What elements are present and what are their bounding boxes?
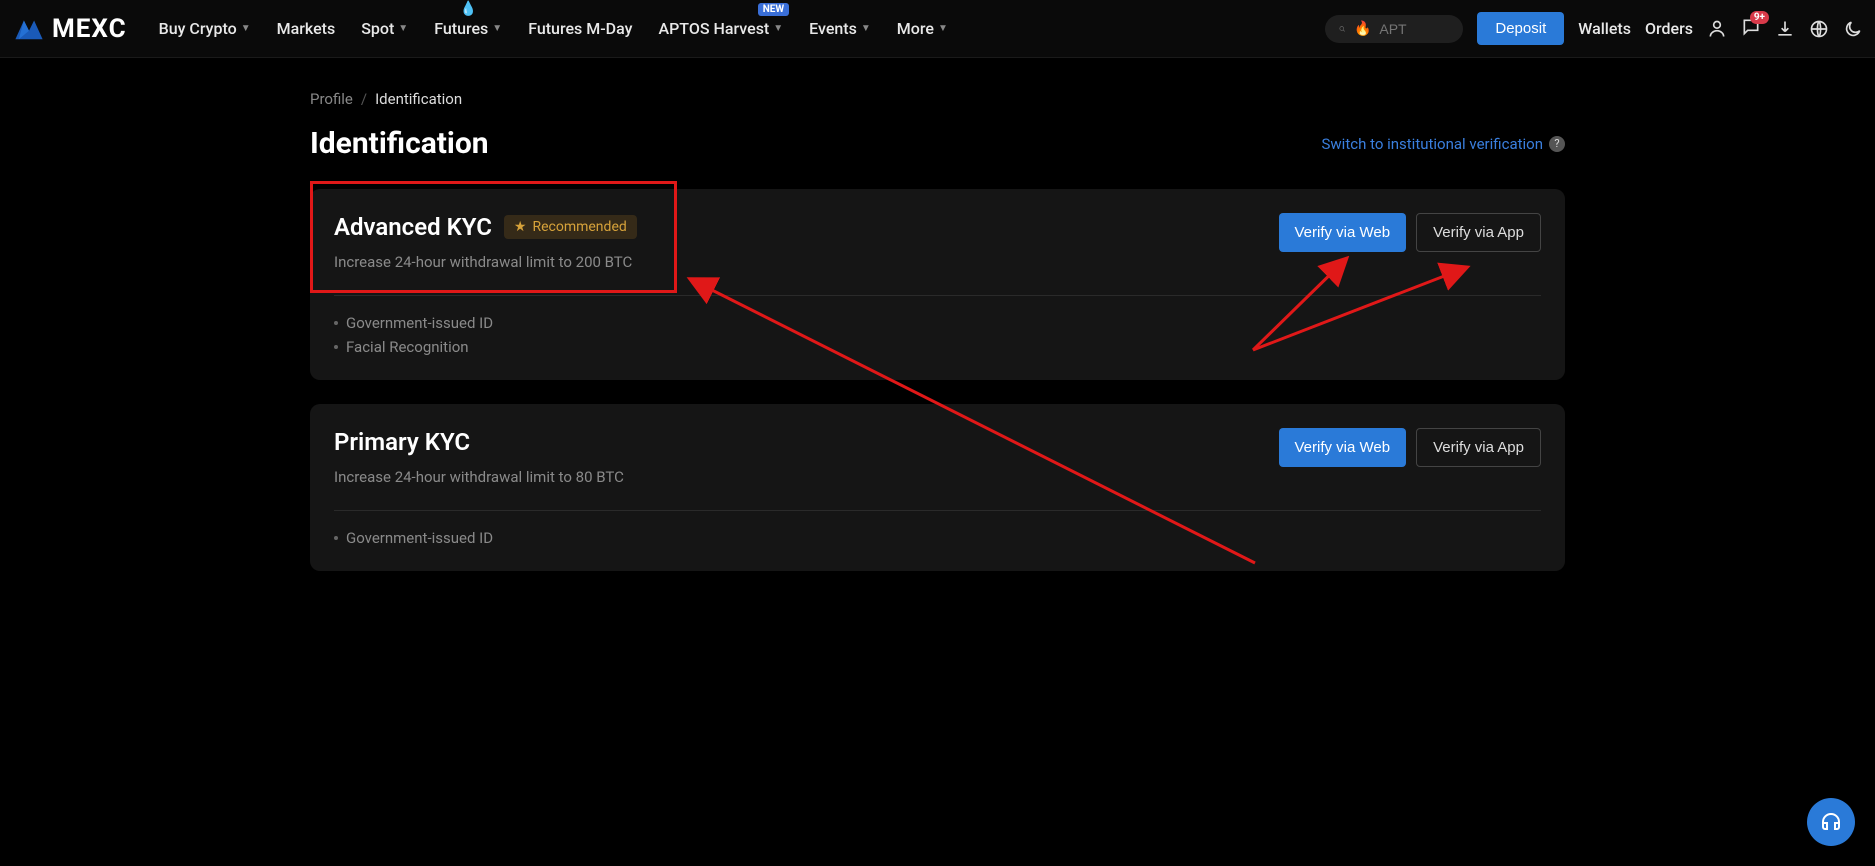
moon-icon[interactable]	[1843, 19, 1863, 39]
fire-icon: 💧	[459, 1, 476, 17]
primary-verify-app-button[interactable]: Verify via App	[1416, 428, 1541, 467]
breadcrumb-parent[interactable]: Profile	[310, 90, 353, 108]
new-badge: NEW	[758, 3, 789, 16]
primary-verify-web-button[interactable]: Verify via Web	[1279, 428, 1407, 467]
title-row: Identification Switch to institutional v…	[310, 126, 1565, 161]
main-nav: Buy Crypto▼ Markets Spot▼ 💧 Futures▼ Fut…	[147, 11, 960, 46]
support-chat-button[interactable]	[1807, 798, 1855, 846]
primary-kyc-title: Primary KYC	[334, 428, 470, 456]
nav-more[interactable]: More▼	[885, 11, 960, 46]
headset-icon	[1819, 810, 1843, 834]
wallets-link[interactable]: Wallets	[1578, 19, 1631, 38]
recommended-badge: ★ Recommended	[504, 215, 637, 239]
breadcrumb-current: Identification	[375, 90, 462, 108]
orders-link[interactable]: Orders	[1645, 19, 1693, 38]
requirement-item: Government-issued ID	[334, 529, 1541, 547]
star-icon: ★	[514, 219, 527, 235]
advanced-verify-web-button[interactable]: Verify via Web	[1279, 213, 1407, 252]
advanced-requirements: Government-issued ID Facial Recognition	[334, 314, 1541, 356]
nav-futures[interactable]: 💧 Futures▼	[422, 11, 514, 46]
divider	[334, 295, 1541, 296]
header-bar: MEXC Buy Crypto▼ Markets Spot▼ 💧 Futures…	[0, 0, 1875, 58]
deposit-button[interactable]: Deposit	[1477, 12, 1564, 45]
user-icon[interactable]	[1707, 19, 1727, 39]
divider	[334, 510, 1541, 511]
advanced-kyc-title: Advanced KYC	[334, 213, 492, 241]
chevron-down-icon: ▼	[861, 23, 871, 34]
page-title: Identification	[310, 126, 489, 161]
logo-text: MEXC	[52, 14, 127, 44]
requirement-item: Facial Recognition	[334, 338, 1541, 356]
help-icon: ?	[1549, 136, 1565, 152]
requirement-item: Government-issued ID	[334, 314, 1541, 332]
chevron-down-icon: ▼	[492, 23, 502, 34]
advanced-verify-app-button[interactable]: Verify via App	[1416, 213, 1541, 252]
breadcrumb: Profile / Identification	[310, 90, 1565, 108]
nav-buy-crypto[interactable]: Buy Crypto▼	[147, 11, 263, 46]
search-input[interactable]	[1379, 21, 1449, 37]
main-container: Profile / Identification Identification …	[310, 58, 1565, 571]
nav-events[interactable]: Events▼	[797, 11, 883, 46]
nav-spot[interactable]: Spot▼	[349, 11, 420, 46]
chevron-down-icon: ▼	[398, 23, 408, 34]
logo-icon	[12, 15, 46, 43]
chevron-down-icon: ▼	[938, 23, 948, 34]
breadcrumb-separator: /	[361, 90, 367, 108]
chevron-down-icon: ▼	[773, 23, 783, 34]
globe-icon[interactable]	[1809, 19, 1829, 39]
download-icon[interactable]	[1775, 19, 1795, 39]
advanced-kyc-subtitle: Increase 24-hour withdrawal limit to 200…	[334, 253, 637, 271]
fire-icon: 🔥	[1354, 21, 1371, 37]
advanced-kyc-card: Advanced KYC ★ Recommended Increase 24-h…	[310, 189, 1565, 380]
search-box[interactable]: 🔥	[1325, 15, 1463, 43]
nav-markets[interactable]: Markets	[265, 11, 348, 46]
nav-aptos-harvest[interactable]: NEW APTOS Harvest▼	[646, 11, 795, 46]
chevron-down-icon: ▼	[241, 23, 251, 34]
switch-institutional-link[interactable]: Switch to institutional verification ?	[1322, 135, 1566, 153]
notification-badge: 9+	[1750, 11, 1769, 24]
logo[interactable]: MEXC	[12, 14, 127, 44]
nav-futures-mday[interactable]: Futures M-Day	[516, 11, 644, 46]
primary-kyc-subtitle: Increase 24-hour withdrawal limit to 80 …	[334, 468, 624, 486]
search-icon	[1339, 21, 1346, 37]
primary-kyc-card: Primary KYC Increase 24-hour withdrawal …	[310, 404, 1565, 571]
header-right: 🔥 Deposit Wallets Orders 9+	[1325, 12, 1863, 45]
notifications[interactable]: 9+	[1741, 17, 1761, 41]
primary-requirements: Government-issued ID	[334, 529, 1541, 547]
